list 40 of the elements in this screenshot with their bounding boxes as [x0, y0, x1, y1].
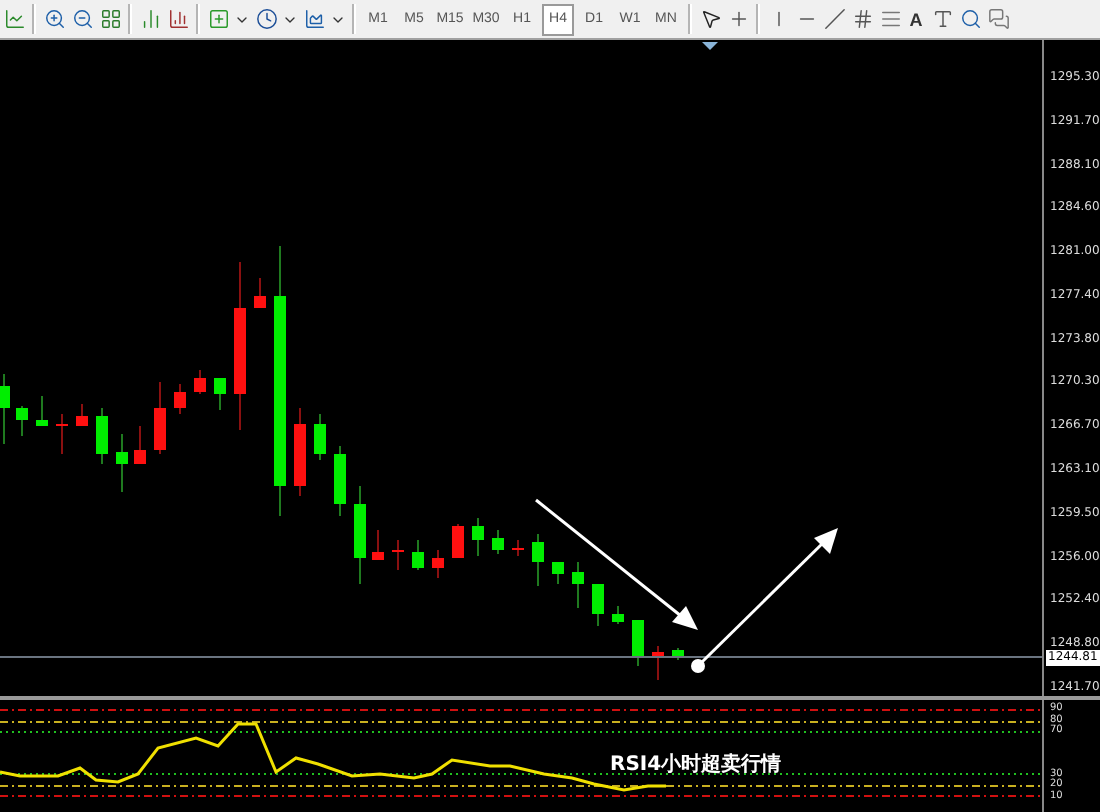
candle — [552, 561, 564, 585]
speech-bubbles-icon[interactable] — [986, 3, 1010, 35]
candle — [452, 523, 464, 559]
candle — [412, 539, 424, 571]
candle — [472, 517, 484, 557]
candle — [174, 383, 186, 415]
candle — [154, 381, 166, 455]
candle — [134, 425, 146, 465]
candle — [354, 485, 366, 585]
candle — [652, 645, 664, 681]
candle — [56, 413, 68, 455]
candle — [36, 395, 48, 427]
point-marker — [691, 659, 705, 673]
candle — [512, 539, 524, 557]
candle — [76, 403, 88, 427]
candle — [294, 407, 306, 497]
candle — [214, 377, 226, 411]
candle — [632, 619, 644, 667]
candle — [334, 445, 346, 517]
up-arrow — [700, 528, 838, 664]
candle — [592, 583, 604, 627]
clock-icon[interactable] — [254, 3, 278, 35]
chart-annotation: RSI4小时超卖行情 — [610, 751, 782, 778]
candle — [432, 549, 444, 579]
trend-line-icon[interactable] — [822, 3, 846, 35]
candle — [492, 529, 504, 555]
candle — [314, 413, 326, 461]
text-tool-button[interactable]: A — [906, 3, 926, 35]
candle — [96, 407, 108, 465]
candle — [116, 433, 128, 493]
candle — [16, 405, 28, 437]
candle — [372, 529, 384, 561]
candle — [532, 533, 544, 587]
candle — [254, 277, 266, 309]
candle — [194, 369, 206, 395]
candle — [572, 561, 584, 609]
candle — [0, 373, 10, 445]
candle — [672, 647, 684, 661]
candle — [392, 539, 404, 571]
candle — [612, 605, 624, 625]
